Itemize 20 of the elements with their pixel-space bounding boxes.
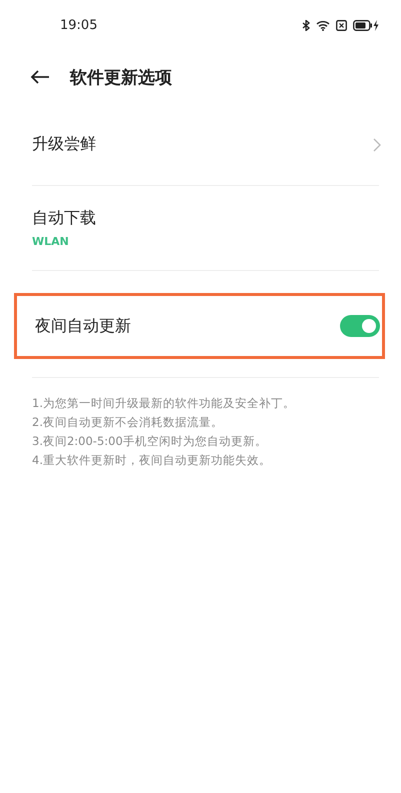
settings-row[interactable]: 自动下载 WLAN [32,186,381,270]
battery-charging-icon [353,20,379,30]
chevron-right-icon [373,138,381,152]
setting-label: 自动下载 [32,208,96,229]
settings-row[interactable]: 升级尝鲜 [32,104,381,185]
sim-icon [336,20,347,30]
settings-row[interactable]: 夜间自动更新 [14,293,385,359]
setting-label: 夜间自动更新 [35,316,131,336]
note-text: 3.夜间2:00-5:00手机空闲时为您自动更新。 [32,433,268,450]
setting-value: WLAN [32,235,70,248]
note-text: 2.夜间自动更新不会消耗数据流量。 [32,414,224,431]
back-arrow-icon[interactable] [30,70,50,84]
page-title: 软件更新选项 [70,66,172,88]
setting-label: 升级尝鲜 [32,134,96,155]
toggle-switch[interactable] [340,315,380,337]
wifi-icon [316,20,330,30]
bluetooth-icon [302,20,310,30]
status-time: 19:05 [60,18,98,32]
note-text: 1.为您第一时间升级最新的软件功能及安全补丁。 [32,395,296,412]
note-text: 4.重大软件更新时，夜间自动更新功能失效。 [32,452,272,469]
